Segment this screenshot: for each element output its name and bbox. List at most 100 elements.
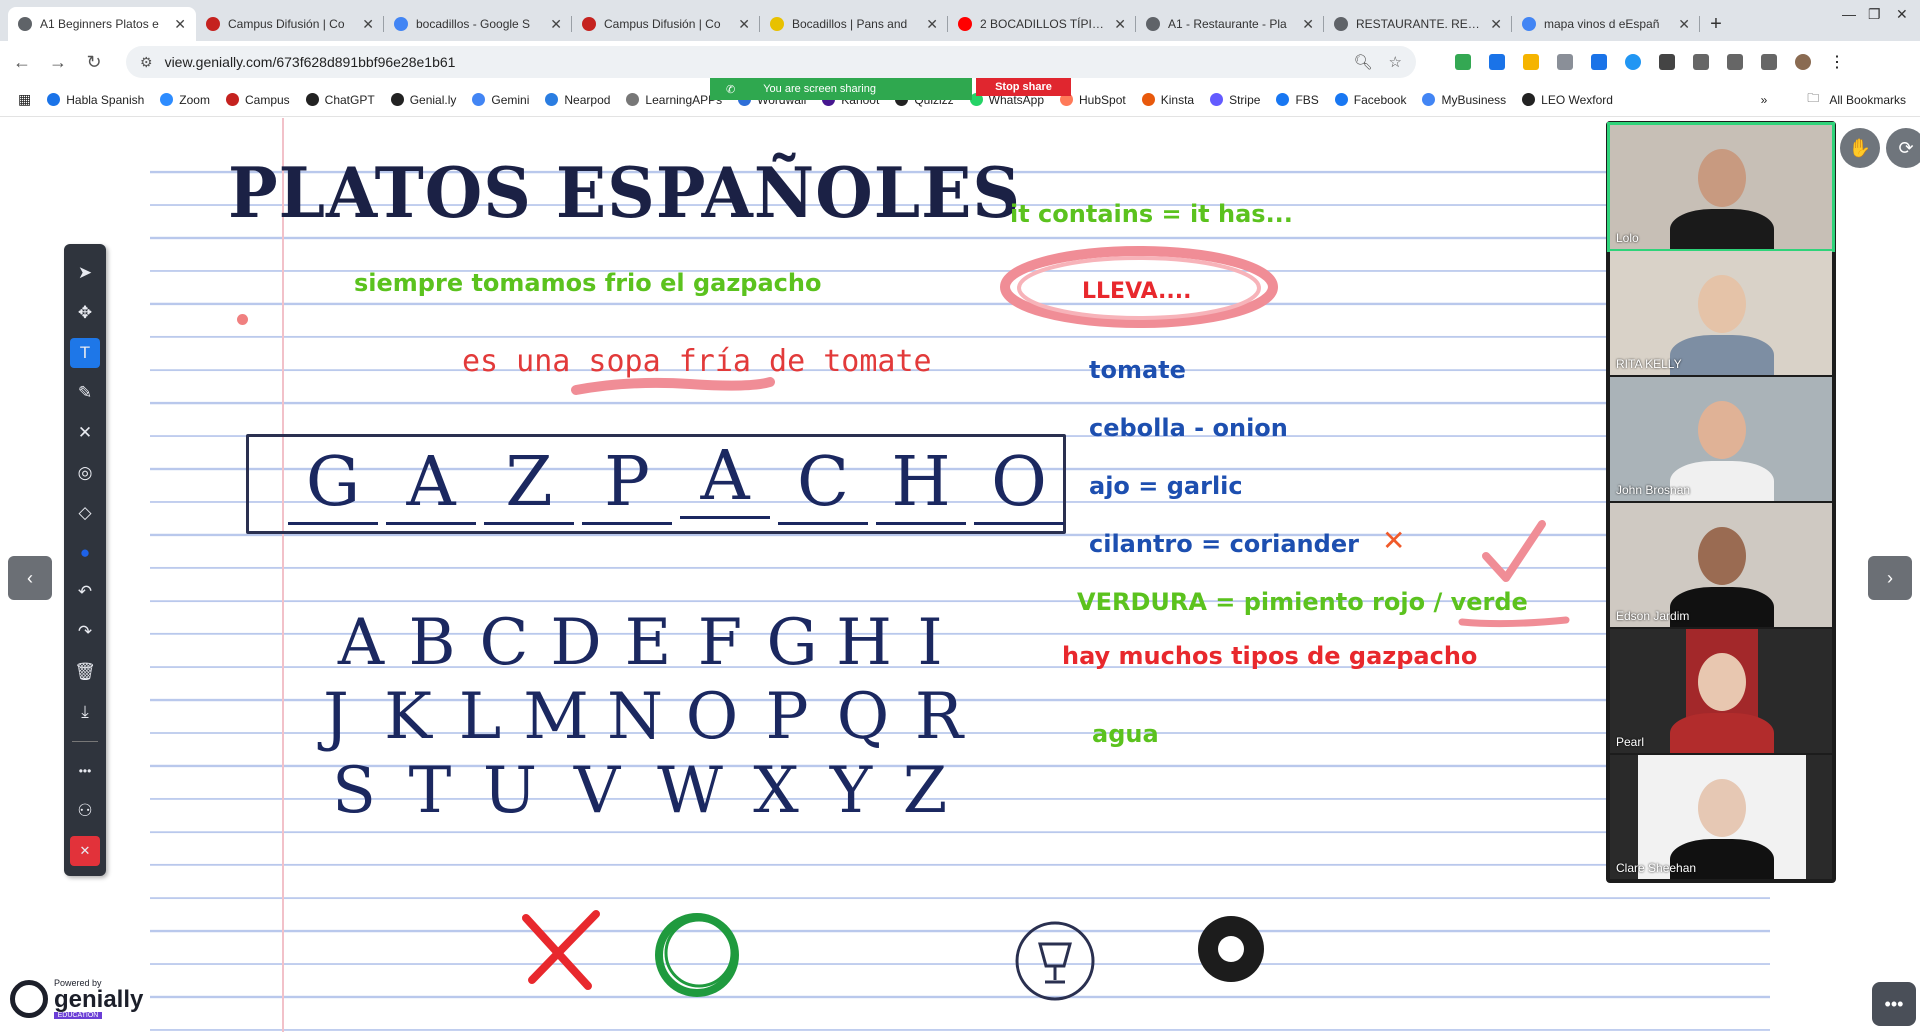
menu-kebab-icon[interactable]: ⋮ (1829, 52, 1845, 72)
browser-tab[interactable]: A1 - Restaurante - Pla ✕ (1136, 7, 1324, 41)
previous-slide-button[interactable]: ‹ (8, 556, 52, 600)
site-info-icon[interactable]: ⚙ (140, 54, 153, 71)
user-settings-icon[interactable]: ⚇ (70, 796, 100, 826)
browser-tab[interactable]: RESTAURANTE. RELLE ✕ (1324, 7, 1512, 41)
drive-extension-icon[interactable] (1455, 54, 1471, 70)
all-bookmarks-link[interactable]: All Bookmarks (1829, 93, 1906, 107)
stop-share-button[interactable]: Stop share (976, 78, 1071, 96)
browser-tab[interactable]: 2 BOCADILLOS TÍPICO ✕ (948, 7, 1136, 41)
education-badge: EDUCATION (54, 1012, 102, 1019)
browser-tab[interactable]: Campus Difusión | Co ✕ (196, 7, 384, 41)
tab-search-icon[interactable] (1727, 54, 1743, 70)
trash-extension-icon[interactable] (1489, 54, 1505, 70)
back-button[interactable]: ← (8, 48, 36, 76)
trophy-icon[interactable] (1012, 918, 1098, 1004)
close-tab-icon[interactable]: ✕ (1302, 16, 1314, 33)
bookmark-item[interactable]: Kinsta (1141, 93, 1194, 107)
eraser-icon[interactable]: ◇ (70, 498, 100, 528)
bookmark-item[interactable]: Nearpod (545, 93, 610, 107)
bookmark-item[interactable]: Campus (225, 93, 290, 107)
bookmark-item[interactable]: LEO Wexford (1522, 93, 1613, 107)
bookmark-item[interactable]: ChatGPT (305, 93, 375, 107)
bookmark-item[interactable]: Facebook (1334, 93, 1406, 107)
close-tab-icon[interactable]: ✕ (550, 16, 562, 33)
participant-video[interactable]: Edson Jardim (1610, 503, 1832, 627)
download-icon[interactable]: ⤓ (70, 697, 100, 727)
undo-icon[interactable]: ↶ (70, 578, 100, 608)
bookmark-item[interactable]: Zoom (160, 93, 210, 107)
alphabet-letter: T (408, 754, 452, 828)
tag-extension-icon[interactable] (1591, 54, 1607, 70)
close-tab-icon[interactable]: ✕ (362, 16, 374, 33)
next-slide-button[interactable]: › (1868, 556, 1912, 600)
apps-grid-icon[interactable]: ▦ (18, 91, 31, 108)
genially-logo[interactable]: Powered by genially EDUCATION (10, 978, 143, 1019)
more-icon[interactable]: ••• (70, 756, 100, 786)
participant-video[interactable]: Lolo (1607, 122, 1835, 252)
bookmark-item[interactable]: Gemini (472, 93, 529, 107)
browser-tab[interactable]: bocadillos - Google S ✕ (384, 7, 572, 41)
address-bar[interactable]: ⚙ view.genially.com/673f628d891bbf96e28e… (126, 46, 1416, 78)
alphabet-letter: K (384, 680, 432, 754)
bookmarks-overflow-icon[interactable]: » (1761, 93, 1768, 107)
exit-icon[interactable]: ✕ (70, 836, 100, 867)
participant-video[interactable]: John Brosnan (1610, 377, 1832, 501)
browser-tab[interactable]: mapa vinos d eEspañ ✕ (1512, 7, 1700, 41)
extension-icon[interactable] (1523, 54, 1539, 70)
participant-video[interactable]: RITA KELLY (1610, 251, 1832, 375)
move-icon[interactable]: ✥ (70, 298, 100, 328)
bookmark-item[interactable]: Stripe (1210, 93, 1260, 107)
bookmark-item[interactable]: Habla Spanish (47, 93, 144, 107)
profile-avatar[interactable] (1795, 54, 1811, 70)
browser-tab[interactable]: Bocadillos | Pans and ✕ (760, 7, 948, 41)
forward-button[interactable]: → (44, 48, 72, 76)
video-controls: ✋ ⟳ (1840, 128, 1920, 168)
participant-body (1670, 209, 1774, 249)
puzzle-extensions-icon[interactable] (1659, 54, 1675, 70)
target-icon[interactable]: ◎ (70, 458, 100, 488)
minimize-button[interactable]: — (1842, 6, 1856, 22)
participant-video[interactable]: Pearl (1610, 629, 1832, 753)
cursor-icon[interactable]: ➤ (70, 258, 100, 288)
color-dot-icon[interactable]: ● (70, 538, 100, 568)
record-button[interactable] (1198, 916, 1264, 982)
bookmark-item[interactable]: LearningAPPs (626, 93, 722, 107)
restore-button[interactable]: ❐ (1868, 6, 1881, 23)
participant-video[interactable]: Clare Sheehan (1610, 755, 1832, 879)
close-window-button[interactable]: ✕ (1896, 6, 1908, 23)
close-tab-icon[interactable]: ✕ (738, 16, 750, 33)
redo-icon[interactable]: ↷ (70, 617, 100, 647)
browser-tab[interactable]: A1 Beginners Platos e ✕ (8, 7, 196, 41)
trash-icon[interactable]: 🗑︎ (70, 657, 100, 687)
red-x-icon[interactable] (512, 908, 612, 992)
code-extension-icon[interactable] (1557, 54, 1573, 70)
new-tab-button[interactable]: + (1700, 7, 1732, 41)
close-tab-icon[interactable]: ✕ (926, 16, 938, 33)
gazpacho-letters: GAZPACHO (288, 438, 1072, 525)
raise-hand-icon[interactable]: ✋ (1840, 128, 1880, 168)
bookmark-item[interactable]: FBS (1276, 93, 1319, 107)
close-tab-icon[interactable]: ✕ (1114, 16, 1126, 33)
alphabet-letter: L (458, 680, 502, 754)
zoom-icon[interactable]: 🔍︎ (1354, 53, 1373, 71)
close-tab-icon[interactable]: ✕ (1678, 16, 1690, 33)
participant-head (1698, 149, 1746, 207)
pen-icon[interactable]: ✎ (70, 378, 100, 408)
participant-head (1698, 527, 1746, 585)
bookmark-label: LEO Wexford (1541, 92, 1613, 107)
swap-view-icon[interactable]: ⟳ (1886, 128, 1920, 168)
reload-button[interactable]: ↻ (80, 48, 108, 76)
close-icon[interactable]: ✕ (70, 418, 100, 448)
more-options-button[interactable]: ••• (1872, 982, 1916, 1026)
text-icon[interactable]: T (70, 337, 100, 368)
delete-icon[interactable] (1693, 54, 1709, 70)
shazam-extension-icon[interactable] (1625, 54, 1641, 70)
close-tab-icon[interactable]: ✕ (1490, 16, 1502, 33)
bookmark-item[interactable]: Genial.ly (390, 93, 456, 107)
bookmark-star-icon[interactable]: ☆ (1389, 53, 1402, 71)
bookmark-item[interactable]: MyBusiness (1422, 93, 1506, 107)
media-icon[interactable] (1761, 54, 1777, 70)
green-circle-icon[interactable] (650, 908, 744, 1002)
browser-tab[interactable]: Campus Difusión | Co ✕ (572, 7, 760, 41)
close-tab-icon[interactable]: ✕ (174, 16, 186, 33)
